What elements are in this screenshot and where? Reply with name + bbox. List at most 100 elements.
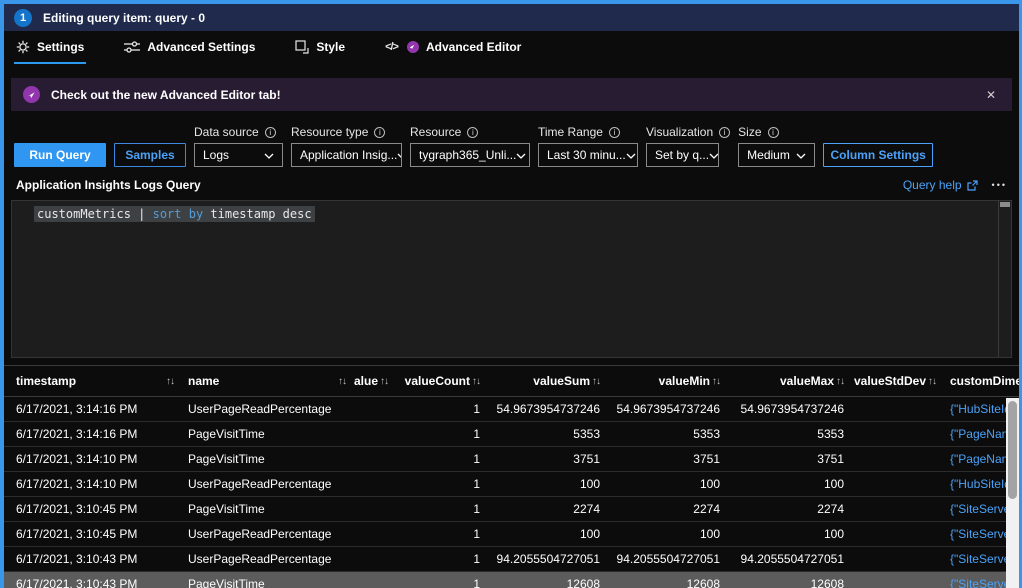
cell-valuemax: 100 [726,527,850,541]
dropdown-label: Resource typei [291,125,402,139]
tab-label: Advanced Settings [147,40,255,54]
column-header-name[interactable]: name ↑↓ [182,374,354,388]
chevron-down-icon [626,148,636,162]
column-header-valuemin[interactable]: valueMin↑↓ [606,374,726,388]
page-title: Editing query item: query - 0 [43,11,205,25]
column-label: valueStdDev [854,374,926,388]
editor-scrollbar-thumb[interactable] [1000,202,1010,207]
table-row[interactable]: 6/17/2021, 3:14:16 PMUserPageReadPercent… [4,397,1019,422]
column-header-valuemax[interactable]: valueMax↑↓ [726,374,850,388]
cell-timestamp: 6/17/2021, 3:10:43 PM [4,552,182,566]
cell-timestamp: 6/17/2021, 3:10:45 PM [4,502,182,516]
results-table: timestamp↑↓name↑↓value↑↓valueCount↑↓valu… [4,365,1019,588]
sort-icon: ↑↓ [166,376,174,387]
kql-query-editor[interactable]: customMetrics | sort by timestamp desc [11,200,1012,358]
cell-valuemax: 100 [726,477,850,491]
query-section-title: Application Insights Logs Query [16,178,903,192]
table-scrollbar-thumb[interactable] [1008,401,1017,499]
gear-icon [16,40,30,54]
info-icon[interactable]: i [768,127,779,138]
column-header-timestamp[interactable]: timestamp↑↓ [4,374,182,388]
run-query-button[interactable]: Run Query [14,143,106,167]
cell-valuemin: 2274 [606,502,726,516]
cell-timestamp: 6/17/2021, 3:14:10 PM [4,477,182,491]
cell-valuemin: 54.9673954737246 [606,402,726,416]
external-link-icon [967,180,978,191]
cell-valuesum: 5353 [486,427,606,441]
cell-valuecount: 1 [394,402,486,416]
tab-style[interactable]: Style [293,31,347,64]
cell-name: PageVisitTime [182,427,354,441]
step-number-badge: 1 [14,9,32,27]
new-feature-badge-icon [407,41,419,53]
chevron-down-icon [397,148,402,162]
tab-advanced-editor[interactable]: </> Advanced Editor [383,31,523,64]
cell-valuemin: 100 [606,477,726,491]
column-label: value [354,374,378,388]
table-row[interactable]: 6/17/2021, 3:10:45 PMUserPageReadPercent… [4,522,1019,547]
info-icon[interactable]: i [374,127,385,138]
cell-valuemax: 54.9673954737246 [726,402,850,416]
query-token-plain: timestamp desc [203,207,311,221]
editor-scrollbar[interactable] [998,201,1011,357]
column-header-valuestddev[interactable]: valueStdDev↑↓ [850,374,942,388]
sort-icon: ↑↓ [836,376,844,387]
tab-settings[interactable]: Settings [14,31,86,64]
info-icon[interactable]: i [719,127,730,138]
chevron-down-icon [516,148,526,162]
more-menu-button[interactable]: ••• [992,180,1007,190]
table-row[interactable]: 6/17/2021, 3:14:10 PMPageVisitTime137513… [4,447,1019,472]
resource-type-dropdown[interactable]: Application Insig... [291,143,402,167]
table-body: 6/17/2021, 3:14:16 PMUserPageReadPercent… [4,397,1019,588]
tab-label: Settings [37,40,84,54]
cell-valuecount: 1 [394,427,486,441]
cell-valuecount: 1 [394,552,486,566]
dropdown-value: Logs [203,148,229,162]
table-row[interactable]: 6/17/2021, 3:10:45 PMPageVisitTime122742… [4,497,1019,522]
visualization-dropdown[interactable]: Set by q... [646,143,719,167]
cell-valuemin: 100 [606,527,726,541]
time-range-dropdown[interactable]: Last 30 minu... [538,143,638,167]
cell-valuemin: 12608 [606,577,726,588]
column-header-value[interactable]: value↑↓ [354,374,394,388]
title-bar: 1 Editing query item: query - 0 [4,4,1019,31]
column-header-valuecount[interactable]: valueCount↑↓ [394,374,486,388]
query-token-keyword: sort by [153,207,204,221]
cell-valuemin: 3751 [606,452,726,466]
dropdown-label-text: Resource [410,125,461,139]
megaphone-icon [23,86,40,103]
table-row[interactable]: 6/17/2021, 3:14:16 PMPageVisitTime153535… [4,422,1019,447]
samples-button[interactable]: Samples [114,143,186,167]
table-row[interactable]: 6/17/2021, 3:10:43 PMPageVisitTime112608… [4,572,1019,588]
cell-valuemax: 5353 [726,427,850,441]
chevron-down-icon [709,148,719,162]
tab-label: Style [316,40,345,54]
sort-icon: ↑↓ [338,376,346,387]
table-row[interactable]: 6/17/2021, 3:14:10 PMUserPageReadPercent… [4,472,1019,497]
size-dropdown[interactable]: Medium [738,143,815,167]
close-icon[interactable]: ✕ [982,86,1000,104]
dropdown-value: Set by q... [655,148,709,162]
column-label: valueMin [659,374,710,388]
column-label: name [188,374,219,388]
query-help-link[interactable]: Query help [903,178,978,192]
info-icon[interactable]: i [467,127,478,138]
style-icon [295,40,309,54]
table-row[interactable]: 6/17/2021, 3:10:43 PMUserPageReadPercent… [4,547,1019,572]
dropdown-value: tygraph365_Unli... [419,148,516,162]
cell-timestamp: 6/17/2021, 3:14:16 PM [4,427,182,441]
table-scrollbar[interactable] [1006,398,1019,588]
column-settings-button[interactable]: Column Settings [823,143,933,167]
dropdown-label: Visualizationi [646,125,730,139]
cell-valuecount: 1 [394,527,486,541]
step-number: 1 [20,12,26,24]
info-icon[interactable]: i [609,127,620,138]
column-header-valuesum[interactable]: valueSum↑↓ [486,374,606,388]
resource-dropdown[interactable]: tygraph365_Unli... [410,143,530,167]
info-icon[interactable]: i [265,127,276,138]
cell-valuecount: 1 [394,502,486,516]
data-source-dropdown[interactable]: Logs [194,143,283,167]
column-header-customdimensions[interactable]: customDimensions [942,374,1019,388]
tab-advanced-settings[interactable]: Advanced Settings [122,31,257,64]
cell-name: PageVisitTime [182,452,354,466]
